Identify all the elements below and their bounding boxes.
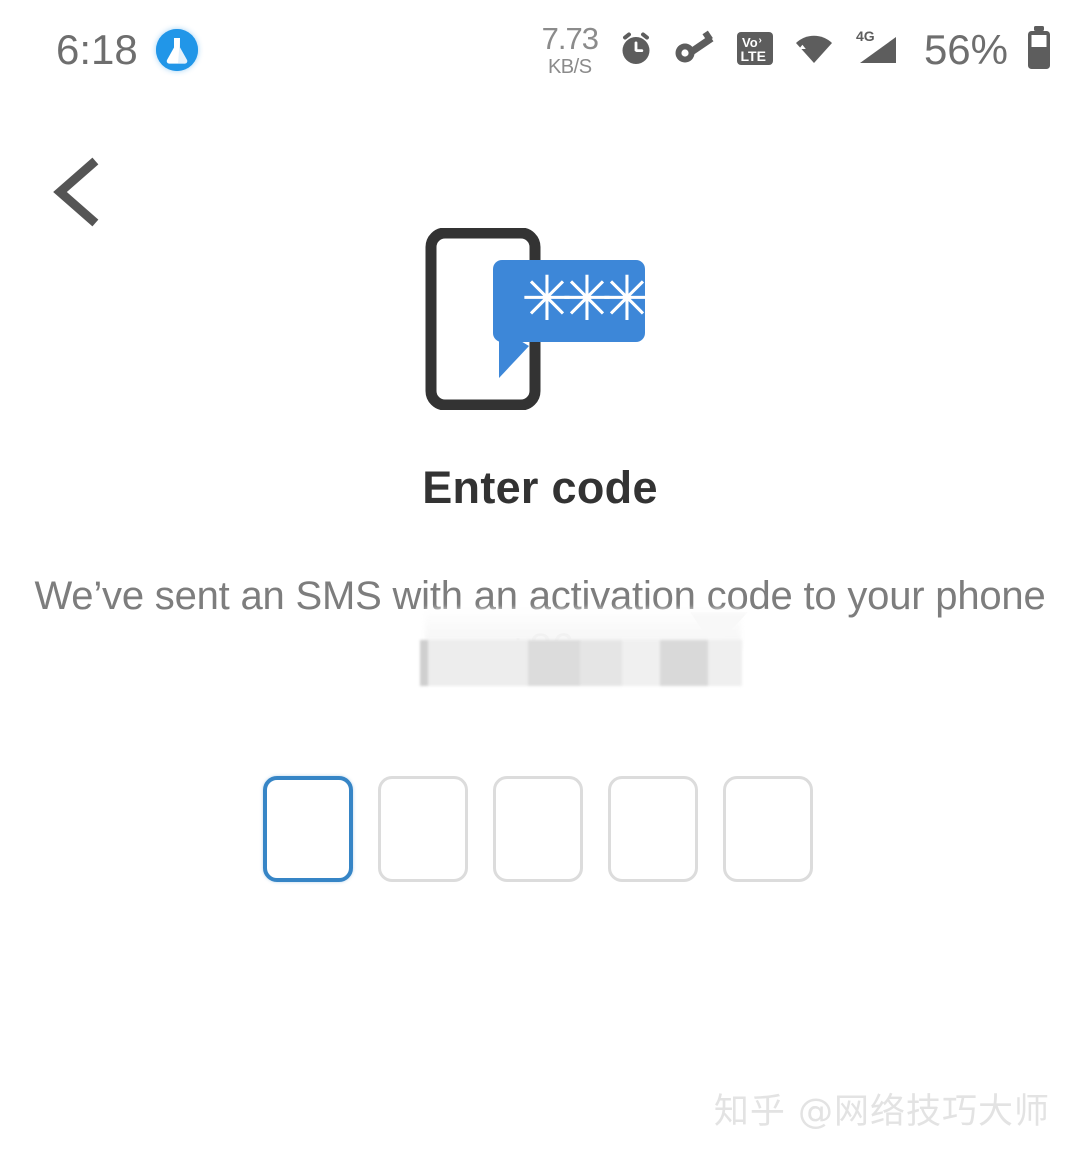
back-button[interactable]	[42, 150, 122, 234]
code-digit-box-2[interactable]	[378, 776, 468, 882]
svg-text:›: ›	[758, 35, 761, 46]
signal-4g-icon: 4G	[852, 26, 904, 75]
back-chevron-icon	[53, 157, 99, 227]
alarm-icon	[614, 26, 658, 75]
status-bar: 6:18 7.73 KB/S Vo › LTE 4G 56%	[0, 0, 1080, 100]
svg-text:4G: 4G	[856, 28, 875, 44]
vpn-key-icon	[672, 26, 720, 75]
status-bar-right: 7.73 KB/S Vo › LTE 4G 56%	[542, 23, 1054, 77]
network-speed-unit: KB/S	[547, 56, 592, 78]
battery-icon	[1024, 25, 1054, 76]
svg-text:✳: ✳	[601, 262, 653, 335]
network-speed-indicator: 7.73 KB/S	[541, 21, 599, 78]
phone-number-line: +86	[506, 626, 574, 670]
volte-icon: Vo › LTE	[734, 26, 776, 75]
code-digit-box-4[interactable]	[608, 776, 698, 882]
battery-percent-label: 56%	[923, 26, 1008, 73]
code-digit-box-1[interactable]	[263, 776, 353, 882]
flask-icon	[155, 29, 198, 71]
svg-text:LTE: LTE	[740, 48, 765, 64]
network-speed-value: 7.73	[541, 21, 599, 56]
phone-sms-code-illustration: ✳ ✳ ✳	[425, 227, 655, 411]
status-bar-left: 6:18	[56, 26, 198, 74]
watermark: 知乎 @网络技巧大师	[713, 1092, 1050, 1132]
page-title: Enter code	[422, 462, 658, 513]
subtitle-text: We’ve sent an SMS with an activation cod…	[34, 574, 1046, 618]
code-input-row	[263, 776, 813, 882]
wifi-icon	[790, 26, 838, 75]
status-bar-clock: 6:18	[56, 26, 138, 73]
code-digit-box-5[interactable]	[723, 776, 813, 882]
code-digit-box-3[interactable]	[493, 776, 583, 882]
